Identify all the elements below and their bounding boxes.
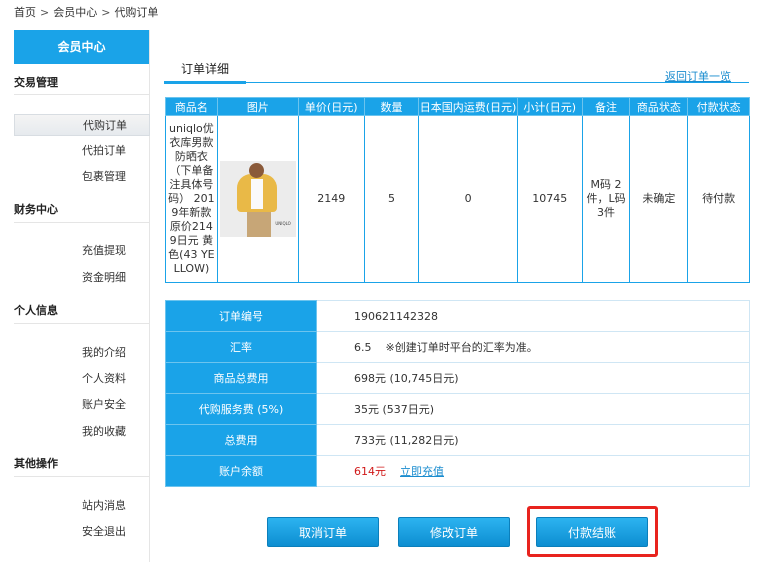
- col-header-remark: 备注: [581, 97, 631, 116]
- section-personal: 个人信息: [14, 304, 58, 317]
- image-tag: UNIQLO: [275, 221, 291, 226]
- service-fee-label: 代购服务费 (5%): [165, 393, 317, 425]
- summary-row-rate: 汇率 6.5 ※创建订单时平台的汇率为准。: [165, 331, 750, 363]
- unit-price: 2149: [297, 115, 365, 283]
- recharge-link[interactable]: 立即充值: [400, 465, 444, 478]
- order-no-value: 190621142328: [316, 300, 750, 332]
- table-header-row: 商品名 图片 单价(日元) 数量 日本国内运费(日元) 小计(日元) 备注 商品…: [165, 97, 750, 116]
- rate-note: ※创建订单时平台的汇率为准。: [385, 341, 538, 354]
- product-image-cell: UNIQLO: [216, 115, 299, 283]
- breadcrumb-member[interactable]: 会员中心: [53, 6, 97, 19]
- divider: [14, 323, 150, 324]
- divider: [14, 222, 150, 223]
- service-fee-value: 35元 (537日元): [316, 393, 750, 425]
- highlight-box: [527, 506, 658, 557]
- col-header-product-status: 商品状态: [629, 97, 689, 116]
- order-no-label: 订单编号: [165, 300, 317, 332]
- table-row: uniqlo优衣库男款防晒衣（下单备注具体号码） 2019年新款原价2149日元…: [165, 115, 750, 283]
- breadcrumb-separator: >: [40, 6, 50, 19]
- col-header-subtotal: 小计(日元): [516, 97, 583, 116]
- summary-table: 订单编号 190621142328 汇率 6.5 ※创建订单时平台的汇率为准。 商…: [165, 300, 750, 487]
- col-header-unit-price: 单价(日元): [297, 97, 365, 116]
- rate-cell: 6.5 ※创建订单时平台的汇率为准。: [316, 331, 750, 363]
- total-value: 733元 (11,282日元): [316, 424, 750, 456]
- section-other: 其他操作: [14, 457, 58, 470]
- summary-row-total: 总费用 733元 (11,282日元): [165, 424, 750, 456]
- sidebar-item-security[interactable]: 账户安全: [14, 394, 150, 416]
- sidebar-item-favorites[interactable]: 我的收藏: [14, 421, 150, 443]
- modify-order-button[interactable]: 修改订单: [398, 517, 510, 547]
- sidebar-item-logout[interactable]: 安全退出: [14, 521, 150, 543]
- remark: M码 2件，L码 3件: [581, 115, 631, 283]
- balance-label: 账户余额: [165, 455, 317, 487]
- col-header-shipping: 日本国内运费(日元): [418, 97, 518, 116]
- sidebar-title: 会员中心: [14, 30, 149, 64]
- col-header-quantity: 数量: [363, 97, 420, 116]
- balance-value: 614元: [354, 465, 386, 478]
- divider: [14, 476, 150, 477]
- cancel-order-button[interactable]: 取消订单: [267, 517, 379, 547]
- col-header-name: 商品名: [165, 97, 218, 116]
- sidebar-item-messages[interactable]: 站内消息: [14, 495, 150, 517]
- return-order-list-link[interactable]: 返回订单一览: [665, 68, 731, 84]
- section-finance: 财务中心: [14, 203, 58, 216]
- summary-row-service-fee: 代购服务费 (5%) 35元 (537日元): [165, 393, 750, 425]
- payment-status: 待付款: [687, 115, 750, 283]
- rate-value: 6.5: [354, 341, 372, 354]
- section-trade: 交易管理: [14, 76, 58, 89]
- product-table: 商品名 图片 单价(日元) 数量 日本国内运费(日元) 小计(日元) 备注 商品…: [165, 97, 750, 283]
- breadcrumb: 首页 > 会员中心 > 代购订单: [14, 4, 158, 20]
- summary-row-order-no: 订单编号 190621142328: [165, 300, 750, 332]
- col-header-payment-status: 付款状态: [687, 97, 750, 116]
- sidebar-item-proxy-order[interactable]: 代购订单: [14, 114, 150, 136]
- rate-label: 汇率: [165, 331, 317, 363]
- breadcrumb-separator: >: [101, 6, 111, 19]
- breadcrumb-current: 代购订单: [114, 6, 159, 19]
- shipping-fee: 0: [418, 115, 518, 283]
- sidebar: 会员中心 交易管理 代购订单 代拍订单 包裹管理 财务中心 充值提现 资金明细 …: [14, 30, 150, 562]
- product-image[interactable]: UNIQLO: [219, 161, 296, 237]
- image-head: [248, 163, 264, 178]
- subtotal: 10745: [516, 115, 583, 283]
- breadcrumb-home[interactable]: 首页: [14, 6, 36, 19]
- divider: [14, 94, 150, 95]
- image-shirt: [250, 179, 263, 209]
- sidebar-item-intro[interactable]: 我的介绍: [14, 342, 150, 364]
- product-status: 未确定: [629, 115, 689, 283]
- balance-cell: 614元 立即充值: [316, 455, 750, 487]
- goods-total-label: 商品总费用: [165, 362, 317, 394]
- summary-row-balance: 账户余额 614元 立即充值: [165, 455, 750, 487]
- sidebar-item-recharge[interactable]: 充值提现: [14, 240, 150, 262]
- sidebar-item-package[interactable]: 包裹管理: [14, 166, 150, 188]
- sidebar-item-auction-order[interactable]: 代拍订单: [14, 140, 150, 162]
- tab-order-detail[interactable]: 订单详细: [164, 56, 246, 84]
- sidebar-item-funds-detail[interactable]: 资金明细: [14, 267, 150, 289]
- summary-row-goods-total: 商品总费用 698元 (10,745日元): [165, 362, 750, 394]
- quantity: 5: [363, 115, 420, 283]
- total-label: 总费用: [165, 424, 317, 456]
- sidebar-item-profile[interactable]: 个人资料: [14, 368, 150, 390]
- goods-total-value: 698元 (10,745日元): [316, 362, 750, 394]
- col-header-image: 图片: [216, 97, 299, 116]
- product-name[interactable]: uniqlo优衣库男款防晒衣（下单备注具体号码） 2019年新款原价2149日元…: [165, 115, 218, 283]
